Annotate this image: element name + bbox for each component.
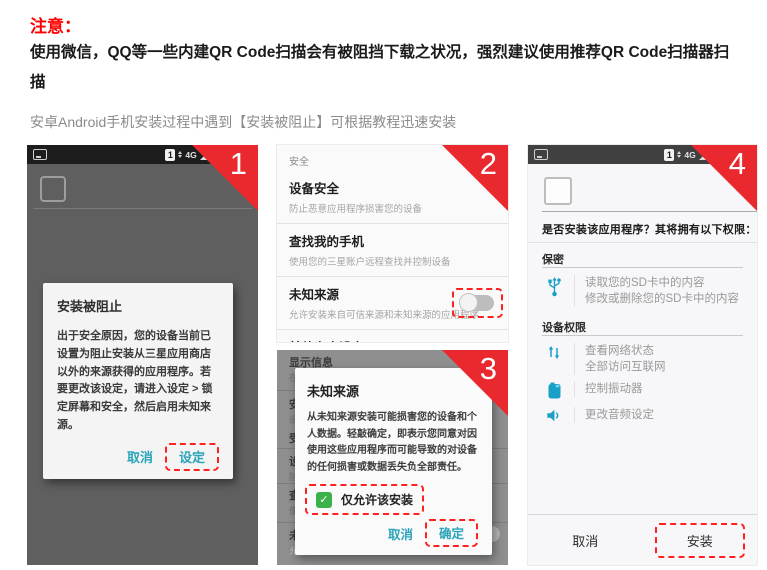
ok-button[interactable]: 确定	[433, 523, 470, 545]
tutorial-subtitle: 安卓Android手机安装过程中遇到【安装被阻止】可根据教程迅速安装	[30, 112, 456, 132]
install-button-cell: 安装	[643, 523, 758, 558]
network-arrows-icon	[544, 343, 564, 361]
dialog-body: 从未知来源安装可能损害您的设备和个人数据。轻敲确定，即表示您同意对因使用这些应用…	[307, 410, 480, 476]
highlight-box-install-button: 安装	[655, 523, 745, 558]
screenshot-icon	[33, 149, 47, 160]
data-activity-icon	[178, 151, 182, 158]
divider	[542, 267, 743, 268]
check-icon: ✓	[319, 493, 328, 506]
section-header-privacy: 保密	[542, 251, 564, 267]
settings-row-find-my-mobile[interactable]: 查找我的手机 使用您的三星账户远程查找并控制设备	[277, 224, 508, 277]
tutorial-page: 注意： 使用微信，QQ等一些内建QR Code扫描会有被阻挡下载之状况，强烈建议…	[0, 0, 767, 570]
permission-row-audio: 更改音频设定	[544, 407, 654, 423]
permission-row-vibration: 控制振动器	[544, 381, 643, 399]
settings-row-title: 查找我的手机	[289, 231, 496, 250]
settings-row-unknown-sources[interactable]: 未知来源 允许安装来自可信来源和未知来源的应用程序	[277, 277, 508, 330]
settings-row-subtitle: 使用您的三星账户远程查找并控制设备	[289, 254, 496, 268]
highlight-box-checkbox: ✓ 仅允许该安装	[305, 484, 424, 515]
step-number: 1	[230, 148, 247, 179]
dialog-body: 出于安全原因，您的设备当前已设置为阻止安装从三星应用商店以外的来源获得的应用程序…	[57, 328, 219, 435]
phone-screen-step2: 安全 设备安全 防止恶意应用程序损害您的设备 查找我的手机 使用您的三星账户远程…	[277, 145, 508, 342]
step-corner-ribbon	[192, 145, 258, 211]
permission-line: 修改或删除您的SD卡中的内容	[585, 291, 739, 307]
permission-line: 控制振动器	[585, 381, 643, 397]
install-blocked-dialog: 安装被阻止 出于安全原因，您的设备当前已设置为阻止安装从三星应用商店以外的来源获…	[43, 283, 233, 479]
permission-line: 更改音频设定	[585, 407, 654, 423]
permission-lines: 读取您的SD卡中的内容 修改或删除您的SD卡中的内容	[574, 275, 739, 307]
unknown-sources-toggle[interactable]	[461, 295, 494, 311]
step-number: 4	[729, 148, 746, 179]
step-corner-ribbon	[442, 350, 508, 416]
section-header-device: 设备权限	[542, 319, 586, 335]
cancel-button[interactable]: 取消	[382, 520, 419, 547]
divider	[542, 335, 743, 336]
permission-lines: 查看网络状态 全部访问互联网	[574, 343, 666, 375]
step-number: 2	[480, 148, 497, 179]
notice-body: 使用微信，QQ等一些内建QR Code扫描会有被阻挡下载之状况，强烈建议使用推荐…	[30, 38, 738, 98]
permission-line: 读取您的SD卡中的内容	[585, 275, 739, 291]
app-icon-placeholder	[544, 177, 572, 205]
step-number: 3	[480, 353, 497, 384]
cancel-button[interactable]: 取消	[121, 443, 159, 470]
highlight-box-ok-button: 确定	[425, 519, 478, 547]
permission-lines: 控制振动器	[574, 381, 643, 397]
permission-lines: 更改音频设定	[574, 407, 654, 423]
permission-line: 查看网络状态	[585, 343, 666, 359]
phone-screen-step1: 1 4G 7 安装被阻止 出于安全原因，您的设备当前已设置为阻止安装从三星应用商…	[27, 145, 258, 565]
settings-row-other-security[interactable]: 其他安全设定 更改安全更新和证书存储等其他安全设定	[277, 330, 508, 342]
data-activity-icon	[677, 151, 681, 158]
step-corner-ribbon	[442, 145, 508, 211]
dialog-title: 安装被阻止	[57, 296, 219, 315]
settings-button[interactable]: 设定	[173, 446, 211, 469]
dialog-buttons: 取消 设定	[57, 443, 219, 471]
install-button[interactable]: 安装	[687, 534, 713, 549]
divider	[528, 242, 757, 243]
allow-once-checkbox[interactable]: ✓	[316, 492, 332, 508]
notification-count-badge: 1	[664, 149, 674, 161]
step-corner-ribbon	[691, 145, 757, 211]
cancel-button[interactable]: 取消	[528, 531, 643, 550]
vibration-icon	[544, 381, 564, 399]
phone-screen-step4: 1 4G 7 是否安装该应用程序？其将拥有以下权限： 保密	[528, 145, 757, 565]
speaker-icon	[544, 407, 564, 423]
checkbox-label: 仅允许该安装	[341, 491, 413, 508]
phone-screen-step3: 显示信息 在 安 设 受 设 防 查 使 未 允许安装来自可信来源和未知来源的应…	[277, 350, 508, 565]
permission-row-network: 查看网络状态 全部访问互联网	[544, 343, 666, 375]
permission-row-storage: 读取您的SD卡中的内容 修改或删除您的SD卡中的内容	[544, 275, 739, 307]
notification-count-badge: 1	[165, 149, 175, 161]
notice-title: 注意：	[30, 12, 81, 37]
divider	[542, 211, 757, 212]
usb-icon	[544, 275, 564, 297]
highlight-box-unknown-sources-toggle	[452, 288, 503, 318]
screenshot-icon	[534, 149, 548, 160]
app-icon-placeholder	[40, 176, 66, 202]
install-prompt-title: 是否安装该应用程序？其将拥有以下权限：	[542, 221, 757, 237]
permission-line: 全部访问互联网	[585, 359, 666, 375]
settings-row-title: 其他安全设定	[289, 337, 496, 342]
dialog-buttons: 取消 确定	[307, 519, 480, 547]
highlight-box-settings-button: 设定	[165, 443, 219, 471]
install-button-bar: 取消 安装	[528, 514, 757, 565]
